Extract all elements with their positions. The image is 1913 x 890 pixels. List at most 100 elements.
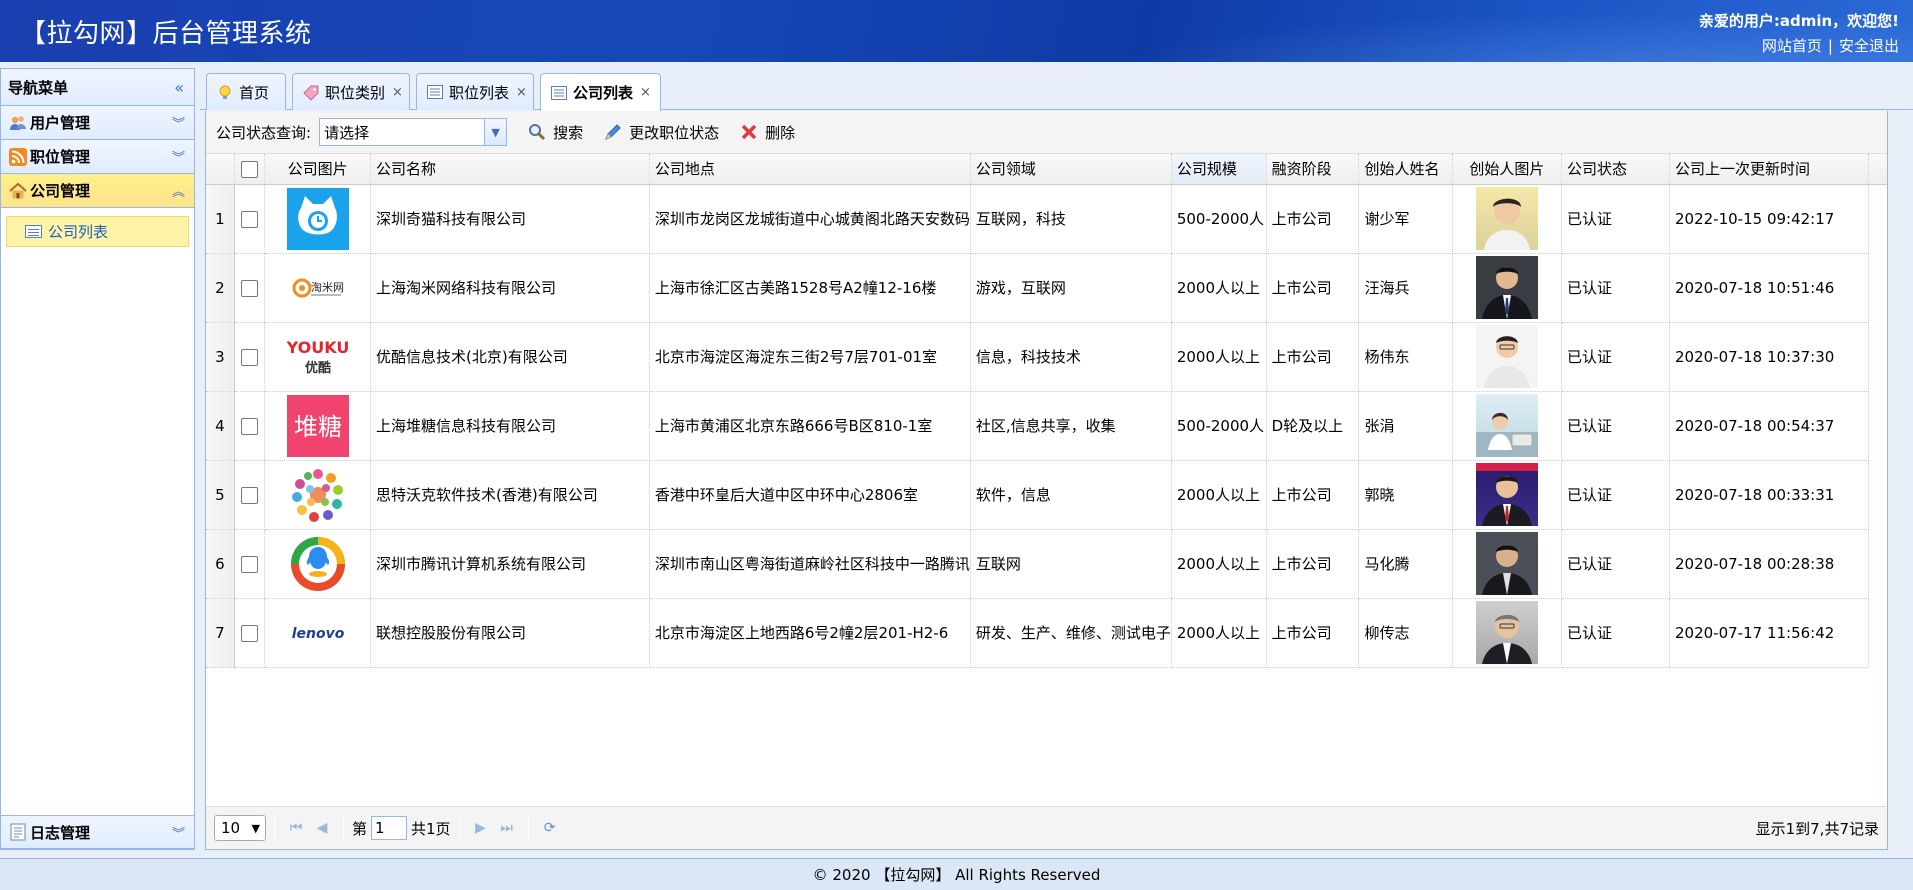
table-row[interactable]: 2 淘米网 上海淘米网络科技有限公司 上海市徐汇区古美路1528号A2幢12-1… xyxy=(206,253,1887,323)
nav-group-companies[interactable]: 公司管理 ︽ xyxy=(1,174,194,208)
table-icon xyxy=(427,85,443,99)
table-row[interactable]: 7 lenovo 联想控股股份有限公司 北京市海淀区上地西路6号2幢2层201-… xyxy=(206,598,1887,668)
col-header-size[interactable]: 公司规模 xyxy=(1171,154,1267,185)
next-page-icon[interactable]: ▶ xyxy=(468,820,494,836)
tab-label: 首页 xyxy=(239,83,270,102)
table-row[interactable]: 6 深圳市腾讯计算机系统有限公司 深圳市南山区粤海街道麻岭社区科技中一路腾讯 互… xyxy=(206,529,1887,599)
founder-photo xyxy=(1475,394,1538,457)
refresh-icon[interactable]: ⟳ xyxy=(537,820,563,836)
taomi-logo-text: 淘米网 xyxy=(311,281,344,294)
table-header-row: 公司图片 公司名称 公司地点 公司领域 公司规模 融资阶段 创始人姓名 创始人图… xyxy=(206,154,1887,185)
row-number-header xyxy=(206,154,235,185)
site-home-link[interactable]: 网站首页 xyxy=(1762,37,1822,55)
page-size-value: 10 xyxy=(221,819,241,837)
founder-name: 马化腾 xyxy=(1358,529,1453,599)
sidebar-item-label: 公司列表 xyxy=(48,223,109,241)
header-banner: 【拉勾网】后台管理系统 亲爱的用户:admin，欢迎您! 网站首页 | 安全退出 xyxy=(0,0,1913,62)
company-logo-cell xyxy=(264,460,372,530)
close-icon[interactable]: × xyxy=(516,85,527,100)
row-checkbox[interactable] xyxy=(241,624,259,642)
status-query-label: 公司状态查询: xyxy=(216,123,312,142)
status-select[interactable]: 请选择 ▼ xyxy=(319,118,508,146)
toolbar: 公司状态查询: 请选择 ▼ 搜索 更改职位状态 删除 xyxy=(206,111,1887,154)
tab-label: 职位列表 xyxy=(449,83,510,102)
company-status: 已认证 xyxy=(1561,460,1671,530)
close-icon[interactable]: × xyxy=(640,85,651,100)
close-icon[interactable]: × xyxy=(392,85,403,100)
status-select-value: 请选择 xyxy=(324,123,370,142)
table-row[interactable]: 5 思特沃克软件技术(香港)有限公司 香港中环皇后大道中区中环中心2806室 软… xyxy=(206,460,1887,530)
company-logo-cell: 淘米网 xyxy=(264,253,372,323)
table-row[interactable]: 3 YOUKU 优酷 优酷信息技术(北京)有限公司 北京市海淀区海淀东三街2号7层… xyxy=(206,322,1887,392)
page-number-input[interactable]: 1 xyxy=(371,816,408,840)
last-page-icon[interactable]: ⏭ xyxy=(494,820,520,836)
row-checkbox[interactable] xyxy=(241,348,259,366)
col-header-logo[interactable]: 公司图片 xyxy=(264,154,372,185)
company-address: 上海市黄浦区北京东路666号B区810-1室 xyxy=(649,391,971,461)
founder-photo xyxy=(1475,256,1538,319)
tab-job-categories[interactable]: 职位类别 × xyxy=(292,73,410,110)
qimao-logo xyxy=(286,187,349,250)
col-header-updated[interactable]: 公司上一次更新时间 xyxy=(1669,154,1870,185)
company-status: 已认证 xyxy=(1561,529,1671,599)
founder-photo-cell xyxy=(1452,184,1562,254)
page-number-value: 1 xyxy=(375,819,385,837)
row-number: 3 xyxy=(206,322,235,392)
row-checkbox[interactable] xyxy=(241,555,259,573)
col-header-stage[interactable]: 融资阶段 xyxy=(1266,154,1360,185)
tab-job-list[interactable]: 职位列表 × xyxy=(416,73,534,110)
tab-home[interactable]: 首页 xyxy=(206,73,286,110)
col-header-name[interactable]: 公司名称 xyxy=(370,154,650,185)
table-row[interactable]: 4 堆糖 上海堆糖信息科技有限公司 上海市黄浦区北京东路666号B区810-1室… xyxy=(206,391,1887,461)
home-icon xyxy=(9,182,27,200)
col-header-founder[interactable]: 创始人姓名 xyxy=(1358,154,1453,185)
nav-group-users[interactable]: 用户管理 ︾ xyxy=(1,106,194,140)
search-icon xyxy=(527,122,547,142)
row-checkbox[interactable] xyxy=(241,417,259,435)
company-field: 信息，科技技术 xyxy=(970,322,1172,392)
row-checkbox[interactable] xyxy=(241,486,259,504)
prev-page-icon[interactable]: ◀ xyxy=(309,820,335,836)
col-header-address[interactable]: 公司地点 xyxy=(649,154,971,185)
select-all-checkbox[interactable] xyxy=(241,160,259,178)
dropdown-arrow-icon[interactable]: ▼ xyxy=(484,119,507,145)
company-logo-cell: 堆糖 xyxy=(264,391,372,461)
change-status-button[interactable]: 更改职位状态 xyxy=(603,122,719,143)
company-field: 互联网，科技 xyxy=(970,184,1172,254)
log-icon xyxy=(9,823,27,841)
col-header-founder-photo[interactable]: 创始人图片 xyxy=(1452,154,1562,185)
taomi-logo: 淘米网 xyxy=(287,257,349,319)
nav-group-jobs[interactable]: 职位管理 ︾ xyxy=(1,140,194,174)
row-checkbox-cell xyxy=(234,598,266,668)
chevron-down-icon: ▼ xyxy=(251,821,260,835)
logout-link[interactable]: 安全退出 xyxy=(1839,37,1899,55)
first-page-icon[interactable]: ⏮ xyxy=(283,820,309,836)
row-checkbox[interactable] xyxy=(241,210,259,228)
founder-photo xyxy=(1475,187,1538,250)
lenovo-logo-text: lenovo xyxy=(291,626,344,642)
row-checkbox-cell xyxy=(234,529,266,599)
sidebar-item-company-list[interactable]: 公司列表 xyxy=(6,216,189,247)
col-header-field[interactable]: 公司领域 xyxy=(970,154,1172,185)
tab-company-list[interactable]: 公司列表 × xyxy=(540,73,661,111)
updated-time: 2020-07-17 11:56:42 xyxy=(1669,598,1870,668)
nav-group-logs[interactable]: 日志管理 ︾ xyxy=(1,815,194,849)
collapse-nav-icon[interactable]: « xyxy=(174,78,184,97)
delete-button[interactable]: 删除 xyxy=(739,122,795,143)
table-row[interactable]: 1 深圳奇猫科技有限公司 深圳市龙岗区龙城街道中心城黄阁北路天安数码 互联网，科… xyxy=(206,184,1887,254)
search-button[interactable]: 搜索 xyxy=(527,122,583,143)
lenovo-logo: lenovo xyxy=(287,602,349,664)
row-checkbox-cell xyxy=(234,460,266,530)
page-size-select[interactable]: 10 ▼ xyxy=(214,815,266,841)
company-name: 联想控股股份有限公司 xyxy=(370,598,650,668)
row-filler xyxy=(1869,598,1887,667)
founder-name: 郭晓 xyxy=(1358,460,1453,530)
table-icon xyxy=(551,85,567,100)
founder-photo-cell xyxy=(1452,391,1562,461)
row-checkbox[interactable] xyxy=(241,279,259,297)
row-filler xyxy=(1869,253,1887,322)
company-address: 香港中环皇后大道中区中环中心2806室 xyxy=(649,460,971,530)
row-number: 5 xyxy=(206,460,235,530)
pencil-icon xyxy=(603,122,623,142)
col-header-status[interactable]: 公司状态 xyxy=(1561,154,1671,185)
